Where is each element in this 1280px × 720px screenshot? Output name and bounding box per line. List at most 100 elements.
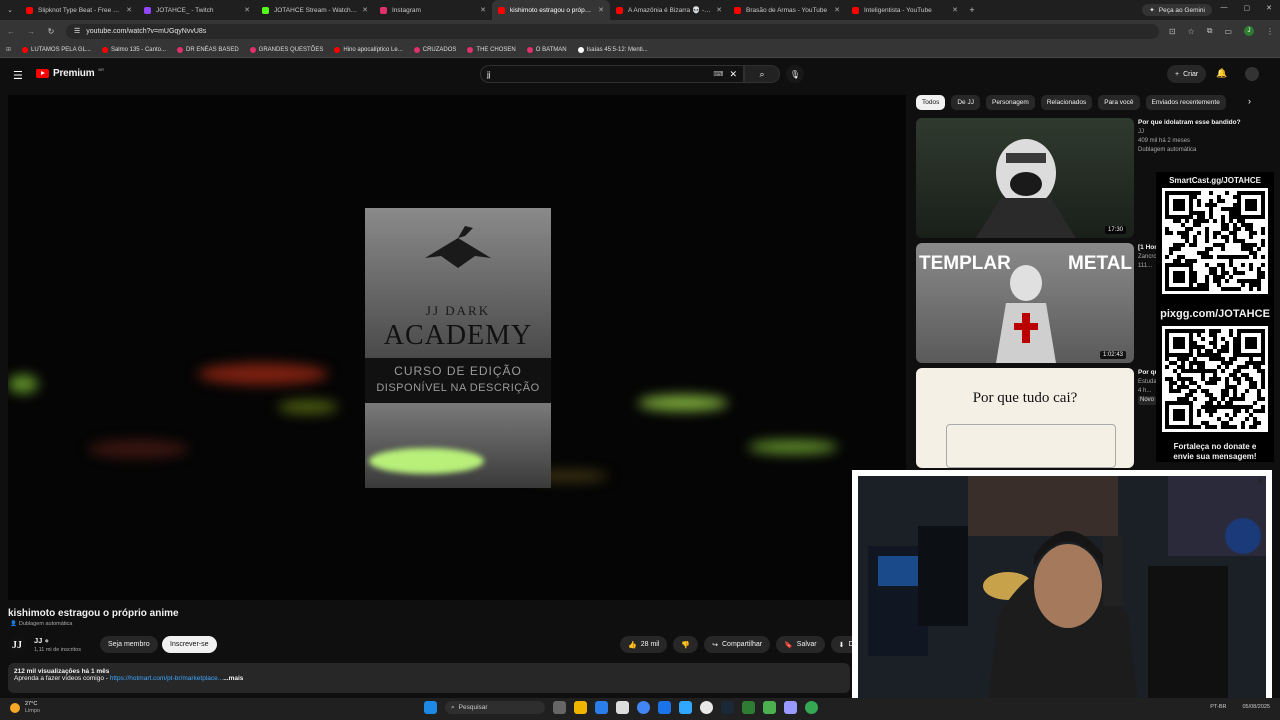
omnibox[interactable]: ☰ youtube.com/watch?v=mUGqyNvvU8s bbox=[66, 23, 1159, 39]
recommendation-thumbnail[interactable]: TEMPLAR METAL 1:02:43 bbox=[916, 243, 1134, 363]
url-text[interactable]: youtube.com/watch?v=mUGqyNvvU8s bbox=[86, 28, 206, 35]
description-link[interactable]: https://hotmart.com/pt-br/marketplace... bbox=[110, 675, 223, 682]
browser-tab[interactable]: Brasão de Armas - YouTube ✕ bbox=[728, 0, 846, 20]
back-icon[interactable]: ← bbox=[6, 27, 16, 36]
recommendation-thumbnail[interactable]: 17:30 bbox=[916, 118, 1134, 238]
steam-icon[interactable] bbox=[721, 701, 734, 714]
browser-tab[interactable]: A Amazônia é Bizarra 💀 - Yo... ✕ bbox=[610, 0, 728, 20]
channel-name-text[interactable]: JJ bbox=[34, 636, 42, 645]
subscribe-button[interactable]: Inscrever-se bbox=[162, 636, 217, 653]
windows-start-icon[interactable] bbox=[424, 701, 437, 714]
account-avatar[interactable] bbox=[1245, 67, 1259, 81]
close-tab-icon[interactable]: ✕ bbox=[244, 6, 250, 14]
cast-icon[interactable]: ▭ bbox=[1224, 27, 1232, 36]
like-button[interactable]: 👍 28 mil bbox=[620, 636, 668, 653]
channel-name[interactable]: JJ ● bbox=[34, 636, 49, 645]
weather-widget[interactable]: 27°C Limpo bbox=[10, 701, 40, 715]
file-explorer-icon[interactable] bbox=[574, 701, 587, 714]
chrome-profile-icon[interactable] bbox=[805, 701, 818, 714]
channel-avatar[interactable]: JJ bbox=[8, 636, 26, 654]
new-tab-button[interactable]: + bbox=[964, 5, 980, 15]
recommendation-item[interactable]: TEMPLAR METAL 1:02:43 [1 Hor... Sagra...… bbox=[916, 243, 1187, 363]
youtube-logo[interactable]: Premium BR bbox=[36, 67, 104, 79]
video-player[interactable]: JJ DARK ACADEMY CURSO DE EDIÇÃO DISPONÍV… bbox=[8, 95, 906, 600]
clear-search-icon[interactable]: ✕ bbox=[729, 69, 737, 80]
browser-tab[interactable]: Slipknot Type Beat - Free To Use ✕ bbox=[20, 0, 138, 20]
task-view-icon[interactable] bbox=[553, 701, 566, 714]
reload-icon[interactable]: ↻ bbox=[46, 27, 56, 36]
filter-chip[interactable]: Relacionados bbox=[1040, 94, 1093, 110]
recommendation-title[interactable]: Por que idolatram esse bandido? bbox=[1138, 118, 1248, 128]
bookmark-item[interactable]: Hino apocalíptico Le... bbox=[334, 46, 403, 53]
chrome-icon[interactable] bbox=[637, 701, 650, 714]
notifications-bell-icon[interactable]: 🔔 bbox=[1216, 68, 1227, 79]
media-player-icon[interactable] bbox=[763, 701, 776, 714]
close-window-icon[interactable]: ✕ bbox=[1266, 4, 1272, 12]
create-button[interactable]: + Criar bbox=[1167, 65, 1207, 83]
close-tab-icon[interactable]: ✕ bbox=[480, 6, 486, 14]
dislike-button[interactable]: 👎 bbox=[673, 636, 699, 653]
voice-search-button[interactable]: 🎙 bbox=[786, 65, 804, 83]
tab-search-icon[interactable]: ⌄ bbox=[0, 6, 20, 14]
gemini-button[interactable]: ✦ Peça ao Gemini bbox=[1142, 4, 1212, 16]
vscode-icon[interactable] bbox=[595, 701, 608, 714]
extensions-puzzle-icon[interactable]: ⧉ bbox=[1207, 26, 1213, 36]
apps-icon[interactable]: ⊞ bbox=[6, 46, 11, 53]
share-button[interactable]: ↪ Compartilhar bbox=[704, 636, 771, 653]
save-button[interactable]: 🔖 Salvar bbox=[776, 636, 825, 653]
bookmark-item[interactable]: THE CHOSEN bbox=[467, 46, 516, 53]
extension-icon[interactable]: ⊡ bbox=[1169, 27, 1176, 36]
site-info-icon[interactable]: ☰ bbox=[74, 27, 80, 35]
language-indicator[interactable]: PT-BR bbox=[1210, 704, 1226, 710]
keyboard-icon[interactable]: ⌨ bbox=[713, 70, 723, 78]
taskbar-search[interactable]: ⌕ Pesquisar bbox=[445, 701, 545, 714]
close-tab-icon[interactable]: ✕ bbox=[952, 6, 958, 14]
close-tab-icon[interactable]: ✕ bbox=[834, 6, 840, 14]
show-more-link[interactable]: ...mais bbox=[223, 675, 243, 682]
bookmark-item[interactable]: DR ENÉAS BASED bbox=[176, 46, 239, 53]
minimize-icon[interactable]: — bbox=[1221, 4, 1228, 12]
recommendation-thumbnail[interactable]: Por que tudo cai? bbox=[916, 368, 1134, 468]
search-query[interactable]: jj bbox=[487, 70, 713, 79]
filter-chip[interactable]: Personagem bbox=[985, 94, 1035, 110]
app-v-icon[interactable] bbox=[658, 701, 671, 714]
menu-icon[interactable]: ☰ bbox=[13, 69, 23, 82]
forward-icon[interactable]: → bbox=[26, 27, 36, 36]
bookmark-item[interactable]: Isaías 45:5-12: Menti... bbox=[577, 46, 648, 53]
browser-tab[interactable]: Instagram ✕ bbox=[374, 0, 492, 20]
description-box[interactable]: 212 mil visualizações há 1 mês Aprenda a… bbox=[8, 663, 850, 693]
close-tab-icon[interactable]: ✕ bbox=[598, 6, 604, 14]
filter-chip[interactable]: De JJ bbox=[951, 94, 980, 110]
bookmark-item[interactable]: O BATMAN bbox=[526, 46, 567, 53]
spreadsheet-icon[interactable] bbox=[742, 701, 755, 714]
recommendation-channel[interactable]: JJ bbox=[1138, 128, 1248, 137]
bookmark-star-icon[interactable]: ☆ bbox=[1188, 27, 1195, 36]
filter-chip[interactable]: Enviados recentemente bbox=[1145, 94, 1226, 110]
close-tab-icon[interactable]: ✕ bbox=[716, 6, 722, 14]
search-input[interactable]: jj ⌨ ✕ bbox=[480, 65, 744, 83]
close-tab-icon[interactable]: ✕ bbox=[126, 6, 132, 14]
bookmark-item[interactable]: GRANDES QUESTÕES bbox=[249, 46, 323, 53]
clock-date[interactable]: 05/08/2025 bbox=[1242, 704, 1270, 710]
search-button[interactable]: ⌕ bbox=[744, 65, 780, 83]
photoshop-icon[interactable] bbox=[679, 701, 692, 714]
bookmark-item[interactable]: LUTAMOS PELA GL... bbox=[22, 46, 91, 53]
close-tab-icon[interactable]: ✕ bbox=[362, 6, 368, 14]
chevron-right-icon[interactable]: › bbox=[1248, 96, 1251, 106]
profile-avatar[interactable]: J bbox=[1244, 26, 1254, 36]
store-icon[interactable] bbox=[616, 701, 629, 714]
obs-icon[interactable] bbox=[700, 701, 713, 714]
recommendation-item[interactable]: Por que tudo cai? Por qu... gravid... Es… bbox=[916, 368, 1191, 468]
recommendation-item[interactable]: 17:30 Por que idolatram esse bandido? JJ… bbox=[916, 118, 1241, 238]
browser-tab[interactable]: JOTAHCE Stream - Watch Live ✕ bbox=[256, 0, 374, 20]
bookmark-item[interactable]: CRUZADOS bbox=[413, 46, 456, 53]
join-button[interactable]: Seja membro bbox=[100, 636, 158, 653]
browser-tab[interactable]: Inteligentista - YouTube ✕ bbox=[846, 0, 964, 20]
maximize-icon[interactable]: ▢ bbox=[1244, 4, 1251, 12]
premiere-icon[interactable] bbox=[784, 701, 797, 714]
browser-menu-icon[interactable]: ⋮ bbox=[1266, 27, 1274, 36]
browser-tab[interactable]: kishimoto estragou o próprio a... ✕ bbox=[492, 0, 610, 20]
filter-chip[interactable]: Todos bbox=[916, 94, 946, 110]
close-icon[interactable]: ✕ bbox=[1256, 476, 1264, 487]
browser-tab[interactable]: JOTAHCE_ - Twitch ✕ bbox=[138, 0, 256, 20]
